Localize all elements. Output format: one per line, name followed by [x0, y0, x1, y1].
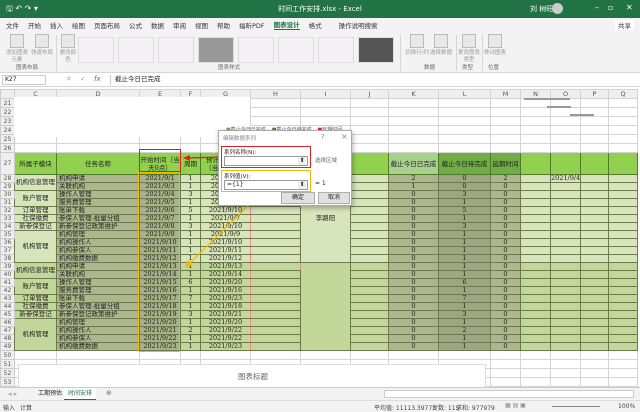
annotation-arrows — [183, 155, 259, 268]
series-values-box: 系列值(V): ={1} ⬆ — [221, 170, 311, 192]
sheet-tab-active[interactable]: 时间安排 — [64, 388, 97, 400]
sheet-tab-bar: ◂ ▸ 工期预估 时间安排 ⊕ — [0, 387, 640, 400]
ok-button[interactable]: 确定 — [281, 192, 315, 204]
horizontal-scrollbar[interactable] — [384, 390, 634, 398]
series-values-input[interactable]: ={1} ⬆ — [224, 180, 308, 190]
sheet-tab[interactable]: 工期预估 — [34, 388, 66, 400]
range-picker-icon[interactable]: ⬆ — [298, 157, 306, 165]
dialog-close-button[interactable]: × — [341, 132, 348, 141]
series-name-label: 系列名称(N): — [224, 150, 257, 156]
cancel-button[interactable]: 取消 — [318, 192, 350, 204]
range-picker-icon[interactable]: ⬆ — [298, 181, 306, 189]
mode-indicator: 输入 — [3, 405, 16, 412]
view-buttons[interactable]: ▦ ▤ ▣ — [505, 402, 526, 409]
status-bar: 输入 计算 平均值: 11113.39773 计数: 115 求和: 97797… — [0, 400, 640, 412]
add-sheet-icon[interactable]: ⊕ — [106, 389, 112, 397]
red-arrow — [185, 156, 223, 159]
zoom-level[interactable]: 100% — [618, 403, 635, 410]
help-button[interactable]: ? — [321, 133, 325, 141]
orange-arrow — [187, 195, 259, 266]
series-values-label: 系列值(V): — [224, 174, 251, 180]
status-sum: 求和: 977979 — [456, 405, 495, 412]
zoom-slider[interactable] — [552, 406, 600, 407]
scroll-tabs-left-icon[interactable]: ◂ ▸ — [8, 390, 17, 398]
select-range-label: 选择区域 — [315, 158, 338, 164]
series-values-preview: = 1 — [315, 180, 326, 187]
dialog-title: 编辑数据系列 — [223, 136, 257, 142]
chart-title[interactable]: 图表标题 — [19, 371, 487, 382]
series-name-box: 系列名称(N): ⬆ — [221, 146, 311, 168]
red-arrow-head — [183, 155, 190, 161]
series-name-input[interactable]: ⬆ — [224, 156, 308, 166]
calc-indicator: 计算 — [20, 405, 33, 412]
status-average: 平均值: 11113.39773 — [374, 405, 437, 412]
edit-series-dialog: 编辑数据系列 ? × 系列名称(N): ⬆ 选择区域 系列值(V): ={1} ⬆… — [218, 130, 352, 206]
